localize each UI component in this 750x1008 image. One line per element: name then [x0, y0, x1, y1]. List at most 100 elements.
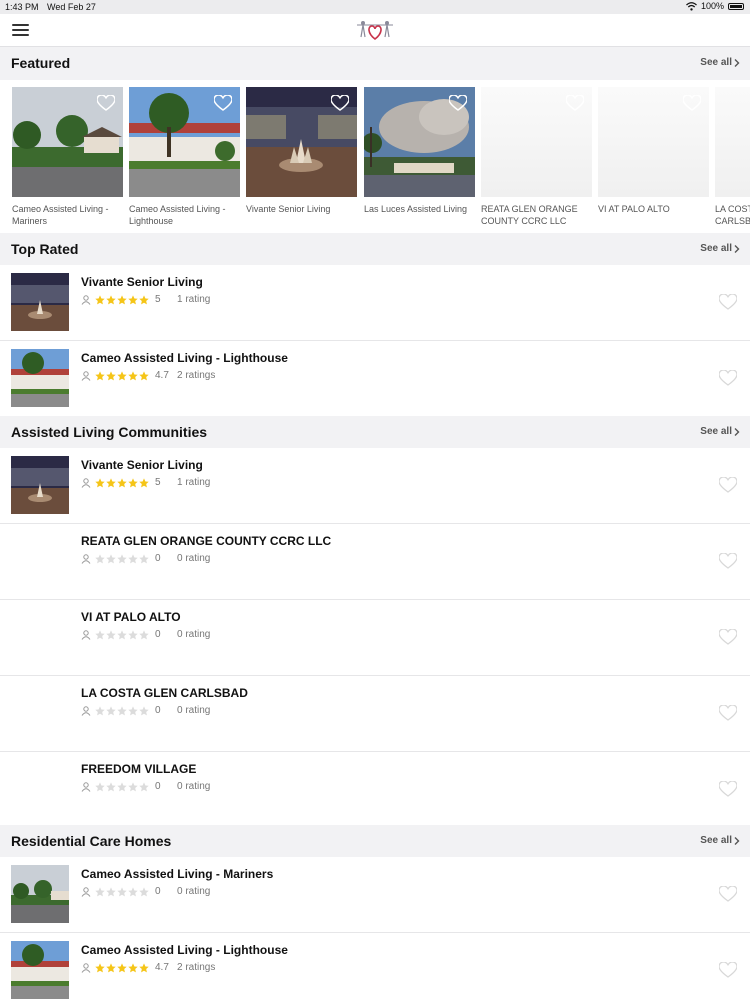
star-empty-icon [128, 886, 138, 896]
person-icon [81, 705, 91, 716]
list-item[interactable]: FREEDOM VILLAGE 0 0 rating [0, 752, 750, 827]
star-rating [95, 705, 149, 716]
see-all-label: See all [700, 243, 732, 254]
heart-icon[interactable] [719, 629, 737, 645]
person-icon [81, 553, 91, 564]
featured-photo-placeholder [598, 87, 709, 197]
rating-row: 0 0 rating [81, 781, 210, 792]
heart-icon[interactable] [566, 95, 584, 111]
star-filled-icon [128, 294, 138, 304]
heart-icon[interactable] [719, 294, 737, 310]
star-filled-icon [139, 477, 149, 487]
rating-row: 0 0 rating [81, 886, 210, 897]
star-rating [95, 962, 149, 973]
facility-name: Cameo Assisted Living - Lighthouse [81, 943, 288, 957]
featured-name: REATA GLEN ORANGE COUNTY CCRC LLC [481, 204, 578, 226]
star-filled-icon [128, 370, 138, 380]
chevron-right-icon [734, 836, 740, 845]
star-empty-icon [117, 705, 127, 715]
facility-name: Vivante Senior Living [81, 275, 203, 289]
featured-photo [246, 87, 357, 197]
star-empty-icon [139, 705, 149, 715]
rating-score: 0 [155, 629, 161, 640]
star-empty-icon [106, 781, 116, 791]
heart-icon[interactable] [719, 553, 737, 569]
star-filled-icon [139, 370, 149, 380]
rating-row: 5 1 rating [81, 294, 210, 305]
person-icon [81, 781, 91, 792]
rating-count: 0 rating [177, 886, 211, 897]
rating-score: 4.7 [155, 370, 169, 381]
star-empty-icon [117, 629, 127, 639]
featured-name: VI AT PALO ALTO [598, 204, 670, 214]
heart-icon[interactable] [449, 95, 467, 111]
person-icon [81, 370, 91, 381]
chevron-right-icon [734, 244, 740, 253]
featured-name: Las Luces Assisted Living [364, 204, 468, 214]
see-all-top-rated-button[interactable]: See all [700, 243, 740, 254]
rating-row: 0 0 rating [81, 705, 210, 716]
star-empty-icon [117, 553, 127, 563]
list-item[interactable]: VI AT PALO ALTO 0 0 rating [0, 600, 750, 676]
star-empty-icon [95, 705, 105, 715]
featured-carousel[interactable]: Cameo Assisted Living - Mariners Cameo A… [0, 80, 750, 233]
top-rated-header: Top Rated See all [0, 233, 750, 265]
star-empty-icon [128, 553, 138, 563]
heart-icon[interactable] [331, 95, 349, 111]
section-title: Assisted Living Communities [11, 424, 208, 440]
heart-icon[interactable] [719, 477, 737, 493]
see-all-featured-button[interactable]: See all [700, 57, 740, 68]
section-title: Top Rated [11, 241, 79, 257]
featured-name: LA COSTA GLEN CARLSBAD [715, 204, 750, 226]
heart-icon[interactable] [97, 95, 115, 111]
featured-name: Cameo Assisted Living - Lighthouse [129, 204, 226, 226]
featured-card[interactable]: Las Luces Assisted Living [364, 87, 475, 215]
star-empty-icon [106, 705, 116, 715]
star-empty-icon [95, 781, 105, 791]
facility-name: Vivante Senior Living [81, 458, 203, 472]
section-title: Residential Care Homes [11, 833, 172, 849]
heart-icon[interactable] [719, 705, 737, 721]
star-empty-icon [117, 781, 127, 791]
list-item[interactable]: Cameo Assisted Living - Mariners 0 0 rat… [0, 857, 750, 933]
heart-icon[interactable] [214, 95, 232, 111]
facility-name: VI AT PALO ALTO [81, 610, 181, 624]
star-filled-icon [128, 962, 138, 972]
list-item[interactable]: REATA GLEN ORANGE COUNTY CCRC LLC 0 0 ra… [0, 524, 750, 600]
status-date: Wed Feb 27 [47, 2, 96, 12]
featured-card[interactable]: Vivante Senior Living [246, 87, 357, 215]
list-item[interactable]: LA COSTA GLEN CARLSBAD 0 0 rating [0, 676, 750, 752]
list-item[interactable]: Vivante Senior Living 5 1 rating [0, 448, 750, 524]
list-item[interactable]: Vivante Senior Living 5 1 rating [0, 265, 750, 341]
star-filled-icon [117, 962, 127, 972]
chevron-right-icon [734, 427, 740, 436]
hamburger-icon[interactable] [12, 24, 29, 36]
heart-icon[interactable] [719, 962, 737, 978]
rating-row: 5 1 rating [81, 477, 210, 488]
heart-icon[interactable] [719, 781, 737, 797]
see-all-assisted-living-button[interactable]: See all [700, 426, 740, 437]
heart-icon[interactable] [719, 886, 737, 902]
heart-icon[interactable] [683, 95, 701, 111]
star-filled-icon [139, 962, 149, 972]
rating-count: 0 rating [177, 781, 211, 792]
star-filled-icon [106, 370, 116, 380]
star-filled-icon [139, 294, 149, 304]
heart-icon[interactable] [719, 370, 737, 386]
featured-name: Vivante Senior Living [246, 204, 331, 214]
rating-score: 0 [155, 553, 161, 564]
featured-card[interactable]: REATA GLEN ORANGE COUNTY CCRC LLC [481, 87, 592, 227]
featured-card[interactable]: VI AT PALO ALTO [598, 87, 709, 215]
rating-row: 4.7 2 ratings [81, 370, 215, 381]
featured-card[interactable]: Cameo Assisted Living - Mariners [12, 87, 123, 227]
featured-photo [12, 87, 123, 197]
list-item[interactable]: Cameo Assisted Living - Lighthouse 4.7 2… [0, 341, 750, 416]
featured-card[interactable]: Cameo Assisted Living - Lighthouse [129, 87, 240, 227]
featured-card[interactable]: LA COSTA GLEN CARLSBAD [715, 87, 750, 227]
see-all-label: See all [700, 57, 732, 68]
see-all-residential-care-button[interactable]: See all [700, 835, 740, 846]
star-empty-icon [117, 886, 127, 896]
featured-header: Featured See all [0, 47, 750, 79]
facility-name: FREEDOM VILLAGE [81, 762, 197, 776]
list-item[interactable]: Cameo Assisted Living - Lighthouse 4.7 2… [0, 933, 750, 1008]
